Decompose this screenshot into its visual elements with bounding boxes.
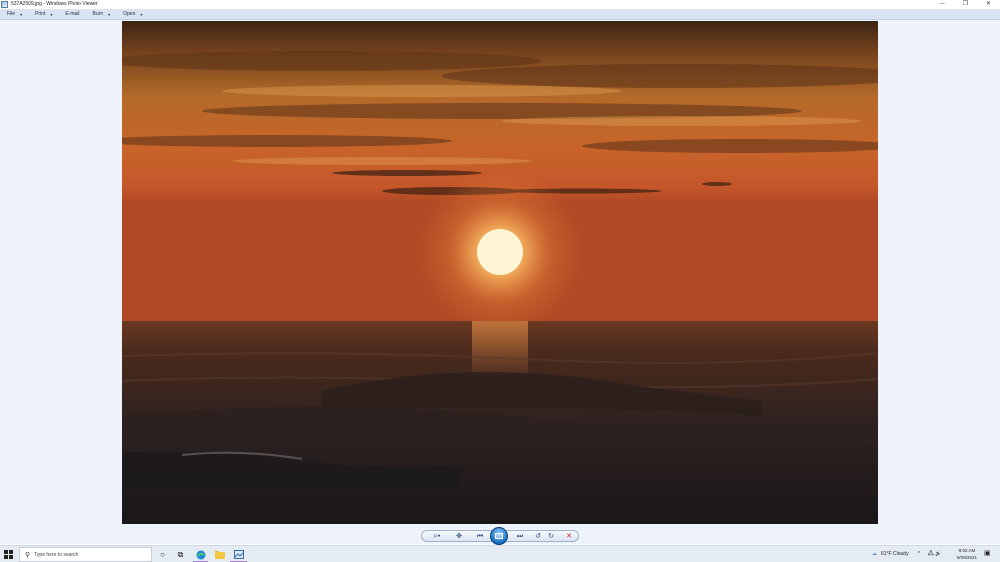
photo-viewer-app-icon bbox=[1, 1, 8, 8]
zoom-icon[interactable]: ⌕▾ bbox=[430, 533, 444, 541]
window-controls: ─ ❐ ✕ bbox=[931, 0, 1000, 9]
viewer-controls: ⌕▾ ✥ ⏮ ⏭ ↺ ↻ ✕ bbox=[0, 527, 1000, 545]
tray-chevron-icon[interactable]: ^ bbox=[918, 551, 920, 558]
search-placeholder: Type here to search bbox=[34, 551, 79, 558]
clock-date: 8/29/2021 bbox=[956, 555, 978, 560]
restore-button[interactable]: ❐ bbox=[954, 0, 977, 9]
menu-email[interactable]: E-mail bbox=[65, 9, 79, 20]
clock-time: 9:02 AM bbox=[958, 548, 976, 553]
edge-logo bbox=[196, 550, 205, 559]
delete-icon[interactable]: ✕ bbox=[564, 533, 574, 541]
menu-bar: File ▾ Print ▾ E-mail Burn ▾ Open ▾ bbox=[0, 9, 1000, 20]
weather-icon: ☁ bbox=[872, 551, 877, 557]
menu-print-label: Print bbox=[35, 11, 46, 17]
menu-print[interactable]: Print ▾ bbox=[35, 9, 52, 20]
sunset-photo bbox=[122, 21, 878, 524]
chevron-down-icon: ▾ bbox=[50, 11, 53, 17]
file-explorer-icon[interactable] bbox=[214, 549, 225, 560]
weather-text[interactable]: 61°F Cloudy bbox=[881, 551, 909, 558]
notification-icon[interactable]: ▣ bbox=[984, 550, 991, 557]
edge-browser-icon[interactable] bbox=[195, 549, 206, 560]
menu-open[interactable]: Open ▾ bbox=[123, 9, 142, 20]
menu-burn-label: Burn bbox=[92, 11, 104, 17]
window-title: 537A2509.jpg - Windows Photo Viewer bbox=[11, 1, 98, 7]
windows-logo-icon bbox=[9, 550, 13, 554]
windows-logo-icon bbox=[4, 550, 8, 554]
minimize-button[interactable]: ─ bbox=[931, 0, 954, 9]
menu-email-label: E-mail bbox=[65, 11, 80, 17]
chevron-down-icon: ▾ bbox=[108, 11, 111, 17]
next-icon[interactable]: ⏭ bbox=[514, 533, 526, 541]
tray-network-volume-icons[interactable]: 🖧 🔊 bbox=[928, 551, 941, 558]
title-bar: 537A2509.jpg - Windows Photo Viewer ─ ❐ … bbox=[0, 0, 1000, 9]
chevron-down-icon: ▾ bbox=[140, 11, 143, 17]
close-button[interactable]: ✕ bbox=[977, 0, 1000, 9]
menu-open-label: Open bbox=[123, 11, 136, 17]
photo-viewer-taskbar-icon[interactable] bbox=[233, 549, 244, 560]
taskbar: ⚲ Type here to search ○ ⧉ ☁ 61°F Cloudy … bbox=[0, 545, 1000, 562]
rotate-clockwise-icon[interactable]: ↻ bbox=[546, 533, 556, 541]
folder-logo bbox=[214, 551, 225, 559]
slideshow-button[interactable] bbox=[490, 527, 508, 545]
sunset-photo-canvas bbox=[122, 21, 878, 524]
clock[interactable]: 9:02 AM 8/29/2021 bbox=[952, 547, 982, 561]
menu-file-label: File bbox=[7, 11, 16, 17]
menu-burn[interactable]: Burn ▾ bbox=[93, 9, 111, 20]
cortana-icon[interactable]: ○ bbox=[157, 549, 168, 560]
previous-icon[interactable]: ⏮ bbox=[474, 533, 486, 541]
slideshow-icon bbox=[495, 533, 503, 539]
actual-size-icon[interactable]: ✥ bbox=[454, 533, 464, 541]
windows-logo-icon bbox=[4, 555, 8, 559]
start-button[interactable] bbox=[4, 550, 13, 559]
image-viewport bbox=[0, 20, 1000, 528]
chevron-down-icon: ▾ bbox=[20, 11, 23, 17]
windows-logo-icon bbox=[9, 555, 13, 559]
menu-file[interactable]: File ▾ bbox=[7, 9, 22, 20]
search-icon: ⚲ bbox=[25, 551, 31, 559]
taskbar-search-box[interactable]: ⚲ Type here to search bbox=[19, 547, 152, 562]
photo-viewer-logo bbox=[233, 550, 244, 559]
task-view-icon[interactable]: ⧉ bbox=[175, 549, 186, 560]
rotate-counterclockwise-icon[interactable]: ↺ bbox=[533, 533, 543, 541]
